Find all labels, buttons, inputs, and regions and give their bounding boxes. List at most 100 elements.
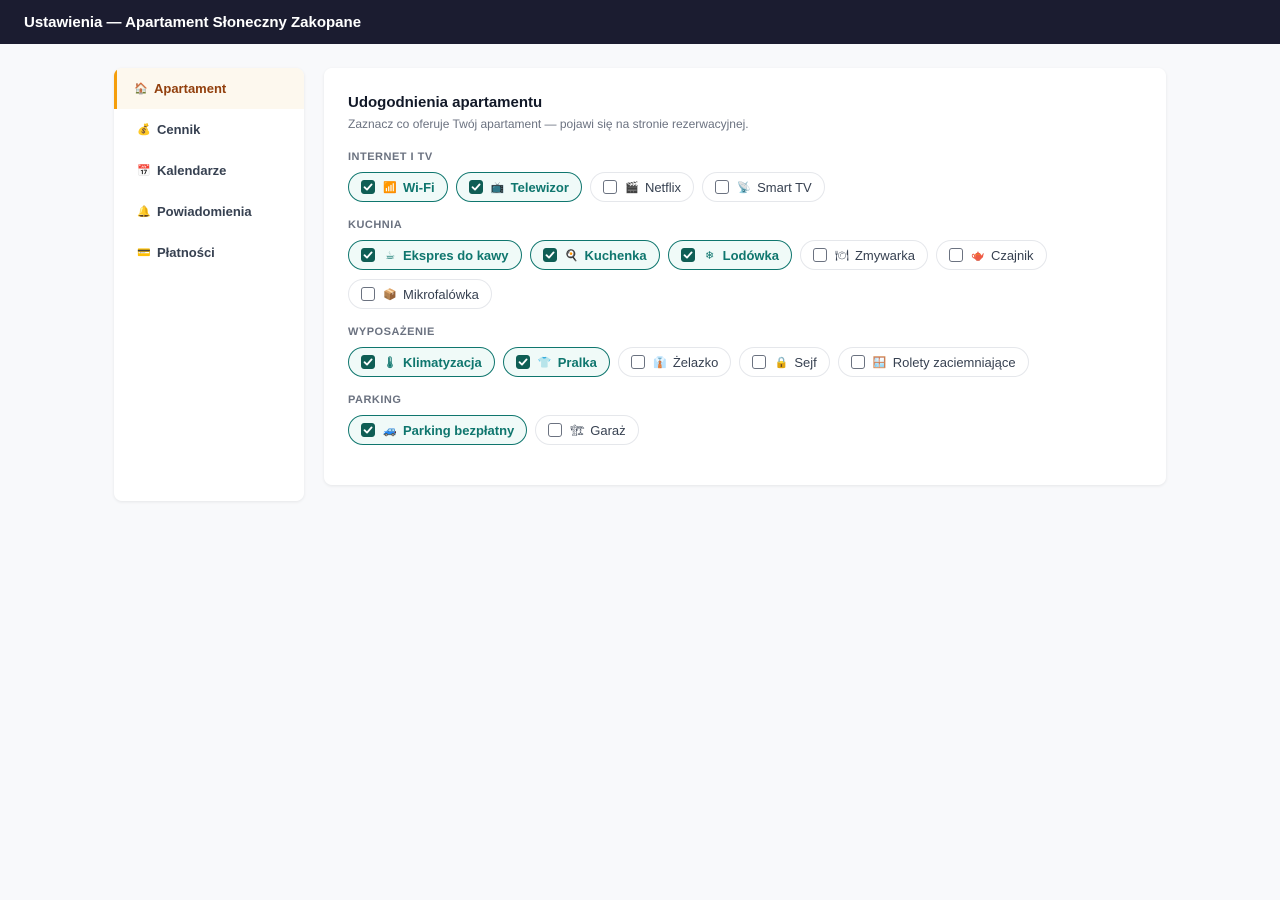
signal-icon: 📶 [383, 181, 397, 194]
page-title: Ustawienia — Apartament Słoneczny Zakopa… [24, 13, 362, 31]
amenity-chip[interactable]: 🫖 Czajnik [935, 240, 1047, 270]
amenity-chip[interactable]: 🔒 Sejf [739, 347, 830, 377]
section-title: WYPOSAŻENIE [348, 326, 435, 338]
amenity-label: Ekspres do kawy [403, 247, 509, 263]
house-icon: 🏠 [134, 83, 148, 95]
checkbox-unchecked[interactable] [948, 248, 963, 262]
clapper-icon: 🎬 [625, 181, 639, 194]
settings-sidebar: 🏠 Apartament 💰 Cennik 📅 Kalendarze 🔔 Powiadomie… [114, 68, 304, 501]
teapot-icon: 🫖 [971, 249, 985, 262]
checkbox-unchecked[interactable] [361, 287, 375, 301]
amenity-chip[interactable]: 🚙 Parking bezpłatny [348, 415, 528, 445]
sidebar-item-płatności[interactable]: 💳 Płatności [114, 232, 304, 273]
amenity-chip[interactable]: ☕ Ekspres do kawy [348, 240, 522, 270]
amenity-label: Kuchenka [584, 247, 647, 263]
amenity-sections: INTERNET I TV 📶 Wi-Fi 📺 Telewizor 🎬 Netflix 📡 Sm… [348, 151, 1142, 445]
garage-icon: 🏗 [570, 424, 585, 437]
amenity-chip[interactable]: 👕 Pralka [502, 347, 610, 377]
frying-pan-icon: 🍳 [564, 249, 579, 262]
checkbox-checked[interactable] [515, 355, 530, 369]
dishes-icon: 🍽 [835, 249, 849, 262]
lock-icon: 🔒 [774, 356, 789, 369]
snowflake-icon: ❄ [705, 249, 715, 262]
settings-layout: 🏠 Apartament 💰 Cennik 📅 Kalendarze 🔔 Powiadomie… [0, 44, 1280, 501]
amenity-label: Lodówka [722, 247, 779, 263]
top-bar: Ustawienia — Apartament Słoneczny Zakopa… [0, 0, 1280, 44]
checkbox-unchecked[interactable] [715, 180, 730, 194]
amenity-chip[interactable]: 👔 Żelazko [617, 347, 732, 377]
shirt-icon: 👕 [537, 356, 552, 369]
checkbox-checked[interactable] [361, 248, 375, 262]
tv-icon: 📺 [490, 181, 505, 194]
checkbox-unchecked[interactable] [812, 248, 827, 262]
iron-icon: 👔 [652, 356, 667, 369]
amenity-chip[interactable]: 📦 Mikrofalówka [348, 279, 492, 309]
section-title: KUCHNIA [348, 219, 403, 231]
checkbox-checked[interactable] [361, 180, 375, 194]
amenity-chip-list: 🚙 Parking bezpłatny 🏗 Garaż [348, 415, 1048, 445]
amenity-chip[interactable]: 🍳 Kuchenka [529, 240, 660, 270]
amenity-label: Klimatyzacja [403, 354, 482, 370]
amenity-label: Netflix [644, 179, 682, 195]
amenity-section: INTERNET I TV 📶 Wi-Fi 📺 Telewizor 🎬 Netflix 📡 Sm… [348, 151, 1142, 202]
amenities-panel: Udogodnienia apartamentu Zaznacz co ofer… [324, 68, 1166, 485]
checkbox-unchecked[interactable] [752, 355, 767, 369]
amenity-chip[interactable]: 🍽 Zmywarka [799, 240, 928, 270]
sidebar-item-label: Płatności [157, 245, 215, 260]
amenity-section: PARKING 🚙 Parking bezpłatny 🏗 Garaż [348, 394, 1142, 445]
amenity-chip[interactable]: 📺 Telewizor [455, 172, 582, 202]
window-icon: 🪟 [872, 356, 887, 369]
amenity-label: Czajnik [990, 247, 1034, 263]
amenity-chip[interactable]: 📡 Smart TV [702, 172, 825, 202]
satellite-icon: 📡 [737, 181, 751, 194]
amenity-chip[interactable]: ❄ Lodówka [667, 240, 792, 270]
checkbox-unchecked[interactable] [548, 423, 563, 437]
amenity-label: Parking bezpłatny [403, 422, 515, 438]
amenity-section: KUCHNIA ☕ Ekspres do kawy 🍳 Kuchenka ❄ Lodówka… [348, 219, 1142, 309]
amenity-label: Mikrofalówka [403, 286, 479, 302]
sidebar-item-label: Apartament [154, 81, 227, 96]
sidebar-item-powiadomienia[interactable]: 🔔 Powiadomienia [114, 191, 304, 232]
checkbox-unchecked[interactable] [850, 355, 865, 369]
amenity-chip-list: 🌡 Klimatyzacja 👕 Pralka 👔 Żelazko 🔒 Sejf 🪟 Rolety… [348, 347, 1048, 377]
amenity-label: Garaż [590, 422, 626, 438]
section-title: PARKING [348, 394, 402, 406]
amenity-chip-list: ☕ Ekspres do kawy 🍳 Kuchenka ❄ Lodówka 🍽 Zmywar… [348, 240, 1048, 309]
coffee-icon: ☕ [385, 249, 395, 262]
amenity-chip[interactable]: 📶 Wi-Fi [348, 172, 448, 202]
checkbox-checked[interactable] [361, 423, 375, 437]
amenity-label: Zmywarka [854, 247, 915, 263]
amenity-section: WYPOSAŻENIE 🌡 Klimatyzacja 👕 Pralka 👔 Żelazko 🔒… [348, 326, 1142, 377]
amenity-label: Żelazko [672, 354, 719, 370]
checkbox-checked[interactable] [361, 355, 375, 369]
credit-card-icon: 💳 [137, 247, 151, 259]
bell-icon: 🔔 [137, 206, 151, 218]
checkbox-unchecked[interactable] [630, 355, 645, 369]
checkbox-checked[interactable] [680, 248, 695, 262]
amenity-label: Pralka [557, 354, 597, 370]
sidebar-item-apartament[interactable]: 🏠 Apartament [114, 68, 304, 109]
sidebar-item-cennik[interactable]: 💰 Cennik [114, 109, 304, 150]
amenity-chip[interactable]: 🌡 Klimatyzacja [348, 347, 495, 377]
box-icon: 📦 [383, 288, 397, 301]
sidebar-item-label: Kalendarze [157, 163, 227, 178]
amenity-chip[interactable]: 🏗 Garaż [535, 415, 639, 445]
amenity-label: Wi-Fi [403, 179, 435, 195]
sidebar-item-kalendarze[interactable]: 📅 Kalendarze [114, 150, 304, 191]
sidebar-item-label: Powiadomienia [157, 204, 252, 219]
sidebar-item-label: Cennik [157, 122, 201, 137]
amenity-chip[interactable]: 🪟 Rolety zaciemniające [837, 347, 1029, 377]
calendar-icon: 📅 [137, 165, 151, 177]
checkbox-unchecked[interactable] [602, 180, 617, 194]
checkbox-checked[interactable] [468, 180, 483, 194]
checkbox-checked[interactable] [542, 248, 557, 262]
amenity-label: Telewizor [510, 179, 569, 195]
amenity-chip[interactable]: 🎬 Netflix [589, 172, 695, 202]
thermometer-icon: 🌡 [383, 356, 397, 369]
section-title: INTERNET I TV [348, 151, 433, 163]
money-bag-icon: 💰 [137, 124, 151, 136]
panel-title: Udogodnienia apartamentu [348, 94, 543, 111]
panel-subtitle: Zaznacz co oferuje Twój apartament — poj… [348, 117, 749, 131]
amenity-label: Sejf [794, 354, 817, 370]
amenity-label: Smart TV [757, 179, 812, 195]
